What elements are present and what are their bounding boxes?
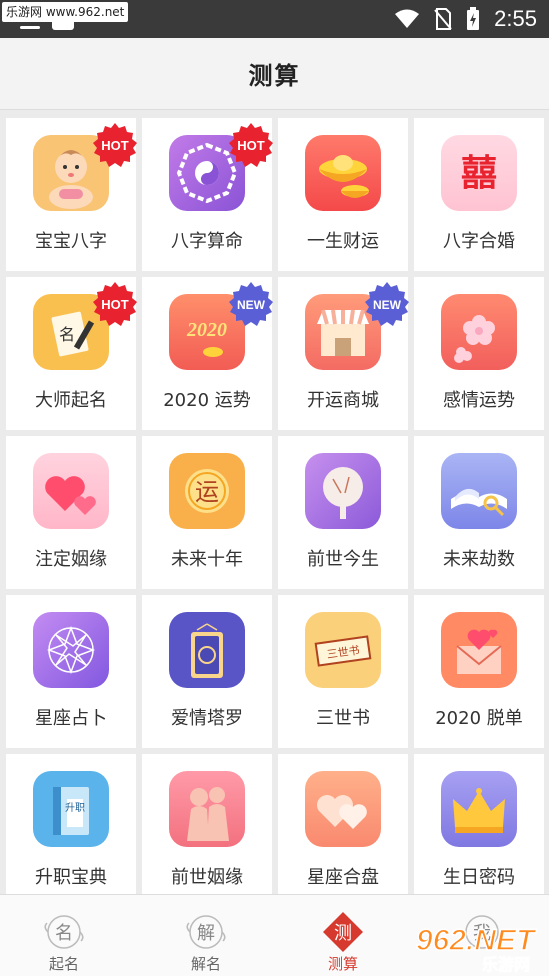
tile-label: 八字合婚 xyxy=(443,231,515,252)
svg-text:名: 名 xyxy=(59,325,75,344)
tile-label: 前世姻缘 xyxy=(171,867,243,888)
tile-zodiac-match[interactable]: 星座合盘 xyxy=(278,754,408,907)
nav-fortune[interactable]: 测 测算 xyxy=(293,895,393,976)
tile-label: 未来劫数 xyxy=(443,549,515,570)
tile-shop[interactable]: 开运商城 NEW xyxy=(278,277,410,430)
tarot-card-icon xyxy=(169,612,245,688)
tile-label: 开运商城 xyxy=(307,390,379,411)
tile-past-present[interactable]: 前世今生 xyxy=(278,436,408,589)
tile-bazi-fortune[interactable]: 八字算命 HOT xyxy=(142,118,274,271)
tile-label: 注定姻缘 xyxy=(35,549,107,570)
page-title: 测算 xyxy=(248,62,301,90)
tile-label: 一生财运 xyxy=(307,231,379,252)
feature-grid: 宝宝八字 HOT 八字算命 HOT 一生财运 囍 八字合婚 名 大师起名 HOT… xyxy=(6,118,544,907)
tile-baby-bazi[interactable]: 宝宝八字 HOT xyxy=(6,118,138,271)
tile-label: 星座占卜 xyxy=(35,708,107,729)
site-watermark-logo: 962.NET 乐游网 xyxy=(415,923,538,974)
tile-2020-singles[interactable]: 2020 脱单 xyxy=(414,595,544,748)
tile-love-tarot[interactable]: 爱情塔罗 xyxy=(142,595,272,748)
promotion-book-icon: 升职 xyxy=(33,771,109,847)
tile-label: 生日密码 xyxy=(443,867,515,888)
yun-coin-icon: 运 xyxy=(169,453,245,529)
tile-label: 前世今生 xyxy=(307,549,379,570)
book-icon xyxy=(441,453,517,529)
name-analysis-icon: 解 xyxy=(186,915,226,949)
tile-promotion-guide[interactable]: 升职 升职宝典 xyxy=(6,754,136,907)
star-mandala-icon xyxy=(33,612,109,688)
fan-icon xyxy=(305,453,381,529)
tile-marriage[interactable]: 囍 八字合婚 xyxy=(414,118,544,271)
tile-label: 未来十年 xyxy=(171,549,243,570)
svg-text:乐游网: 乐游网 xyxy=(482,955,530,974)
status-bar: 乐游网 www.962.net 2:55 xyxy=(0,0,549,38)
tile-label: 八字算命 xyxy=(171,231,243,252)
couple-icon xyxy=(169,771,245,847)
hot-badge: HOT xyxy=(92,281,138,327)
tile-label: 大师起名 xyxy=(35,390,107,411)
tile-label: 星座合盘 xyxy=(307,867,379,888)
no-sim-icon xyxy=(434,8,452,30)
svg-text:962.NET: 962.NET xyxy=(416,924,537,957)
tile-astrology[interactable]: 星座占卜 xyxy=(6,595,136,748)
clock: 2:55 xyxy=(494,6,537,31)
fortune-icon: 测 xyxy=(323,912,363,952)
flower-icon xyxy=(441,294,517,370)
badge-text: HOT xyxy=(101,138,129,153)
tile-three-lives-book[interactable]: 三世书 三世书 xyxy=(278,595,408,748)
tile-destined-love[interactable]: 注定姻缘 xyxy=(6,436,136,589)
tile-2020-fortune[interactable]: 2020 2020 运势 NEW xyxy=(142,277,274,430)
tile-past-love[interactable]: 前世姻缘 xyxy=(142,754,272,907)
svg-text:升职: 升职 xyxy=(65,802,85,814)
double-happiness-icon: 囍 xyxy=(441,135,517,211)
hearts-icon xyxy=(33,453,109,529)
heart-pair-icon xyxy=(305,771,381,847)
tile-label: 升职宝典 xyxy=(35,867,107,888)
badge-text: NEW xyxy=(237,298,266,312)
svg-text:解: 解 xyxy=(197,923,215,944)
badge-text: HOT xyxy=(237,138,265,153)
nav-naming[interactable]: 名 起名 xyxy=(14,895,114,976)
nav-label: 测算 xyxy=(327,955,358,973)
tile-label: 2020 运势 xyxy=(163,390,251,411)
tile-wealth[interactable]: 一生财运 xyxy=(278,118,408,271)
nav-label: 解名 xyxy=(190,955,221,973)
tile-master-naming[interactable]: 名 大师起名 HOT xyxy=(6,277,138,430)
scroll-icon: 三世书 xyxy=(305,612,381,688)
new-badge: NEW xyxy=(228,281,274,327)
svg-text:测: 测 xyxy=(334,923,352,944)
app-header: 测算 xyxy=(0,38,549,110)
badge-text: NEW xyxy=(373,298,402,312)
tile-label: 感情运势 xyxy=(443,390,515,411)
nav-label: 起名 xyxy=(48,955,79,973)
wifi-icon xyxy=(395,9,420,28)
naming-icon: 名 xyxy=(44,915,84,949)
crown-icon xyxy=(441,771,517,847)
svg-text:2020: 2020 xyxy=(186,319,227,341)
hot-badge: HOT xyxy=(228,122,274,168)
svg-text:运: 运 xyxy=(195,478,219,506)
battery-icon xyxy=(467,7,480,30)
badge-text: HOT xyxy=(101,297,129,312)
love-letter-icon xyxy=(441,612,517,688)
tile-label: 三世书 xyxy=(316,708,370,729)
tile-birthday-code[interactable]: 生日密码 xyxy=(414,754,544,907)
notification-icons xyxy=(20,14,80,34)
tile-next-decade[interactable]: 运 未来十年 xyxy=(142,436,272,589)
tile-label: 2020 脱单 xyxy=(435,708,523,729)
svg-text:囍: 囍 xyxy=(461,153,497,194)
tile-love-fortune[interactable]: 感情运势 xyxy=(414,277,544,430)
tile-label: 宝宝八字 xyxy=(35,231,107,252)
new-badge: NEW xyxy=(364,281,410,327)
svg-text:名: 名 xyxy=(55,923,73,944)
hot-badge: HOT xyxy=(92,122,138,168)
tile-label: 爱情塔罗 xyxy=(171,708,243,729)
tile-future-trials[interactable]: 未来劫数 xyxy=(414,436,544,589)
nav-name-analysis[interactable]: 解 解名 xyxy=(156,895,256,976)
gold-ingot-icon xyxy=(305,135,381,211)
